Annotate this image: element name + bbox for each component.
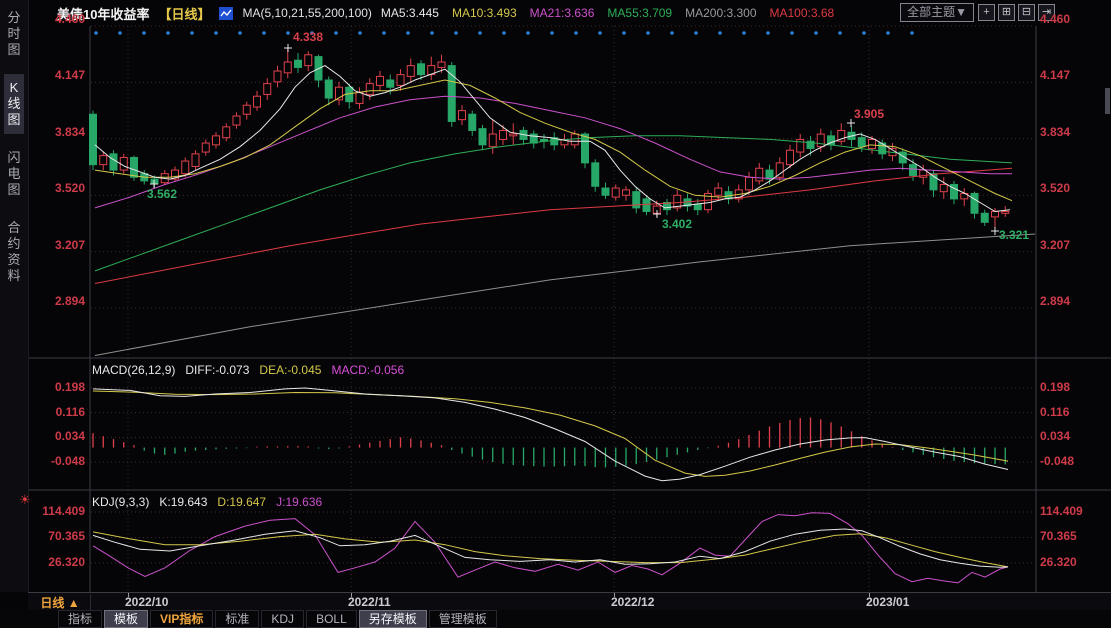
sidebar-tab-1[interactable]: 分时图 — [4, 4, 24, 64]
kdj-axis-label-right: 70.365 — [1040, 529, 1104, 543]
x-axis-tick — [614, 593, 615, 597]
x-axis-label: 2022/12 — [611, 595, 654, 609]
header-toolbar: 全部主题▼ +⊞⊟⇥ — [900, 3, 1055, 22]
price-annotation: 3.402 — [662, 218, 692, 230]
kdj-k-value: K:19.643 — [159, 495, 207, 509]
x-axis-tick — [869, 593, 870, 597]
kdj-j-value: J:19.636 — [276, 495, 322, 509]
y-axis-label-right: 2.894 — [1040, 294, 1104, 308]
bottom-tab-标准[interactable]: 标准 — [215, 610, 259, 628]
bottom-tab-VIP指标[interactable]: VIP指标 — [150, 610, 213, 628]
sidebar-tab-2[interactable]: K线图 — [4, 74, 24, 134]
macd-axis-label-left: 0.198 — [28, 380, 85, 394]
bottom-tab-bar: 指标模板VIP指标标准KDJBOLL另存模板管理模板 — [0, 610, 1111, 628]
x-axis-tick — [128, 593, 129, 597]
y-axis-label-right: 3.520 — [1040, 181, 1104, 195]
macd-axis-label-right: 0.034 — [1040, 429, 1104, 443]
ma-lines-layer — [95, 66, 1035, 356]
macd-diff-value: DIFF:-0.073 — [185, 363, 249, 377]
kdj-axis-label-right: 114.409 — [1040, 504, 1104, 518]
kdj-axis-label-left: 70.365 — [28, 529, 85, 543]
move-icon[interactable]: + — [978, 4, 995, 21]
y-axis-label-left: 3.520 — [28, 181, 85, 195]
bottom-tab-指标[interactable]: 指标 — [58, 610, 102, 628]
theme-select-button[interactable]: 全部主题▼ — [900, 3, 974, 22]
bottom-tab-模板[interactable]: 模板 — [104, 610, 148, 628]
kdj-axis-label-left: 26.320 — [28, 555, 85, 569]
kdj-d-value: D:19.647 — [217, 495, 266, 509]
y-axis-label-right: 4.460 — [1040, 12, 1104, 26]
macd-axis-label-left: 0.116 — [28, 405, 85, 419]
y-axis-label-left: 2.894 — [28, 294, 85, 308]
kdj-title: KDJ(9,3,3) — [92, 495, 149, 509]
event-dots-layer — [94, 31, 914, 35]
zoom-in-icon[interactable]: ⊞ — [998, 4, 1015, 21]
y-axis-label-right: 4.147 — [1040, 68, 1104, 82]
period-button[interactable]: 日线 ▲ — [30, 594, 91, 610]
y-axis-label-left: 3.834 — [28, 125, 85, 139]
macd-axis-label-right: -0.048 — [1040, 454, 1104, 468]
macd-value: MACD:-0.056 — [331, 363, 404, 377]
x-axis-label: 2022/10 — [125, 595, 168, 609]
sidebar-tab-4[interactable]: 合约资料 — [4, 214, 24, 290]
macd-axis-label-left: -0.048 — [28, 454, 85, 468]
price-annotation: 4.338 — [293, 31, 323, 43]
macd-header: MACD(26,12,9) DIFF:-0.073 DEA:-0.045 MAC… — [92, 363, 404, 377]
trading-app-window: { "colors": { "red": "#d8404c", "green":… — [0, 0, 1111, 628]
macd-title: MACD(26,12,9) — [92, 363, 175, 377]
candles-layer — [90, 48, 1009, 231]
macd-axis-label-left: 0.034 — [28, 429, 85, 443]
kdj-layer — [93, 513, 1008, 583]
y-axis-label-right: 3.207 — [1040, 238, 1104, 252]
bottom-tab-KDJ[interactable]: KDJ — [261, 610, 304, 628]
x-axis-tick — [351, 593, 352, 597]
bottom-tab-管理模板[interactable]: 管理模板 — [429, 610, 497, 628]
y-axis-label-left: 3.207 — [28, 238, 85, 252]
bottom-tab-BOLL[interactable]: BOLL — [306, 610, 357, 628]
price-annotation: 3.905 — [854, 108, 884, 120]
kdj-axis-label-left: 114.409 — [28, 504, 85, 518]
scrollbar-thumb[interactable] — [1105, 88, 1110, 114]
zoom-out-icon[interactable]: ⊟ — [1018, 4, 1035, 21]
chart-canvas[interactable] — [0, 0, 1111, 628]
macd-dea-value: DEA:-0.045 — [259, 363, 321, 377]
kdj-header: KDJ(9,3,3) K:19.643 D:19.647 J:19.636 — [92, 495, 322, 509]
macd-axis-label-right: 0.116 — [1040, 405, 1104, 419]
kdj-axis-label-right: 26.320 — [1040, 555, 1104, 569]
x-axis-label: 2023/01 — [866, 595, 909, 609]
y-axis-label-right: 3.834 — [1040, 125, 1104, 139]
y-axis-label-left: 4.147 — [28, 68, 85, 82]
y-axis-label-left: 4.460 — [28, 12, 85, 26]
macd-layer — [93, 388, 1008, 481]
macd-axis-label-right: 0.198 — [1040, 380, 1104, 394]
price-annotation: 3.321 — [999, 229, 1029, 241]
sidebar-tab-3[interactable]: 闪电图 — [4, 144, 24, 204]
x-axis-band: 日线 ▲ 2022/10 2022/11 2022/12 2023/01 — [28, 592, 1111, 610]
x-axis-label: 2022/11 — [348, 595, 391, 609]
price-annotation: 3.562 — [147, 188, 177, 200]
bottom-tab-另存模板[interactable]: 另存模板 — [359, 610, 427, 628]
